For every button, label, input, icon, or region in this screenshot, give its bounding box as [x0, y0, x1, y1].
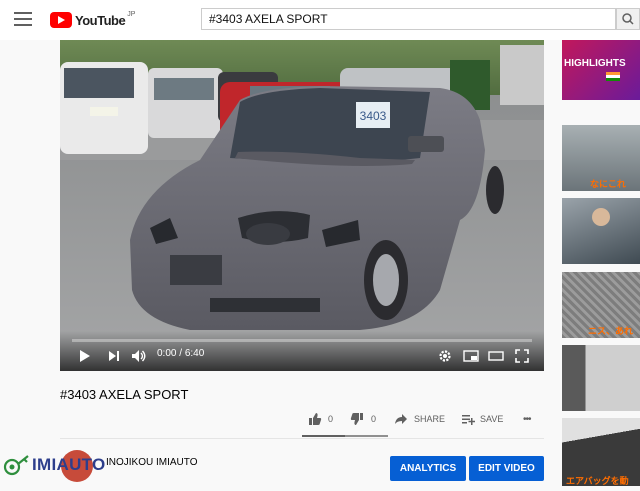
- thumbnail-caption: なにこれ: [590, 179, 626, 189]
- search-icon: [622, 13, 634, 25]
- divider: [60, 438, 544, 439]
- video-frame: 3403: [60, 40, 544, 371]
- youtube-play-icon: [50, 12, 72, 28]
- imiauto-watermark: IMIAUTO: [2, 452, 106, 478]
- car-key-logo-icon: [3, 455, 29, 476]
- settings-gear-icon[interactable]: [438, 349, 452, 363]
- theater-mode-icon[interactable]: [488, 349, 504, 363]
- thumbnail-caption: ニス、あれ: [588, 326, 634, 336]
- thumbs-down-icon: [350, 413, 363, 425]
- search-input[interactable]: #3403 AXELA SPORT: [201, 8, 616, 30]
- volume-icon[interactable]: [131, 349, 147, 363]
- progress-bar[interactable]: [72, 339, 532, 342]
- sidebar-thumbnail[interactable]: [562, 345, 640, 411]
- play-icon[interactable]: [78, 349, 92, 363]
- share-label: SHARE: [414, 414, 446, 424]
- youtube-logo-text: YouTube: [75, 12, 126, 28]
- windshield-number-card: 3403: [360, 109, 387, 123]
- sidebar-thumbnail[interactable]: HIGHLIGHTS: [562, 40, 640, 100]
- save-label: SAVE: [480, 414, 504, 424]
- masthead: YouTube JP #3403 AXELA SPORT: [0, 0, 640, 40]
- next-icon[interactable]: [107, 349, 121, 363]
- time-display: 0:00 / 6:40: [157, 348, 204, 359]
- india-flag-icon: [606, 72, 620, 81]
- sidebar-thumbnail[interactable]: ニス、あれ: [562, 272, 640, 338]
- country-code: JP: [127, 11, 136, 18]
- dislike-count: 0: [371, 414, 377, 424]
- sentiment-fill: [302, 435, 345, 437]
- player-controls: 0:00 / 6:40: [60, 331, 544, 371]
- video-player[interactable]: 3403 0:00 / 6:40: [60, 40, 544, 371]
- youtube-logo[interactable]: YouTube JP: [50, 11, 135, 29]
- sidebar-thumbnail[interactable]: [562, 198, 640, 264]
- miniplayer-icon[interactable]: [463, 349, 479, 363]
- hamburger-menu-icon[interactable]: [14, 12, 32, 26]
- video-title: #3403 AXELA SPORT: [60, 387, 189, 402]
- fullscreen-icon[interactable]: [515, 349, 529, 363]
- sidebar-thumbnail[interactable]: エアバッグを動: [562, 418, 640, 486]
- channel-name[interactable]: INOJIKOU IMIAUTO: [106, 457, 198, 468]
- time-separator: /: [179, 348, 183, 359]
- watermark-text: IMIAUTO: [32, 455, 106, 474]
- search-button[interactable]: [616, 8, 640, 30]
- save-button[interactable]: SAVE: [461, 410, 503, 428]
- thumbs-up-icon: [309, 413, 322, 425]
- time-duration: 6:40: [184, 348, 205, 359]
- more-icon: •••: [523, 413, 531, 425]
- more-actions-button[interactable]: •••: [523, 410, 531, 428]
- analytics-button[interactable]: ANALYTICS: [390, 456, 466, 481]
- playlist-add-icon: [462, 415, 475, 425]
- edit-video-button[interactable]: EDIT VIDEO: [469, 456, 544, 481]
- sentiment-bar: [302, 435, 388, 437]
- thumbnail-caption: エアバッグを動: [566, 476, 629, 486]
- dislike-button[interactable]: 0: [350, 410, 376, 428]
- share-arrow-icon: [395, 414, 407, 424]
- like-count: 0: [328, 414, 334, 424]
- time-current: 0:00: [157, 348, 177, 359]
- sidebar-thumbnail[interactable]: なにこれ: [562, 125, 640, 191]
- like-button[interactable]: 0: [308, 410, 333, 428]
- share-button[interactable]: SHARE: [394, 410, 445, 428]
- thumbnail-caption: HIGHLIGHTS: [564, 58, 626, 69]
